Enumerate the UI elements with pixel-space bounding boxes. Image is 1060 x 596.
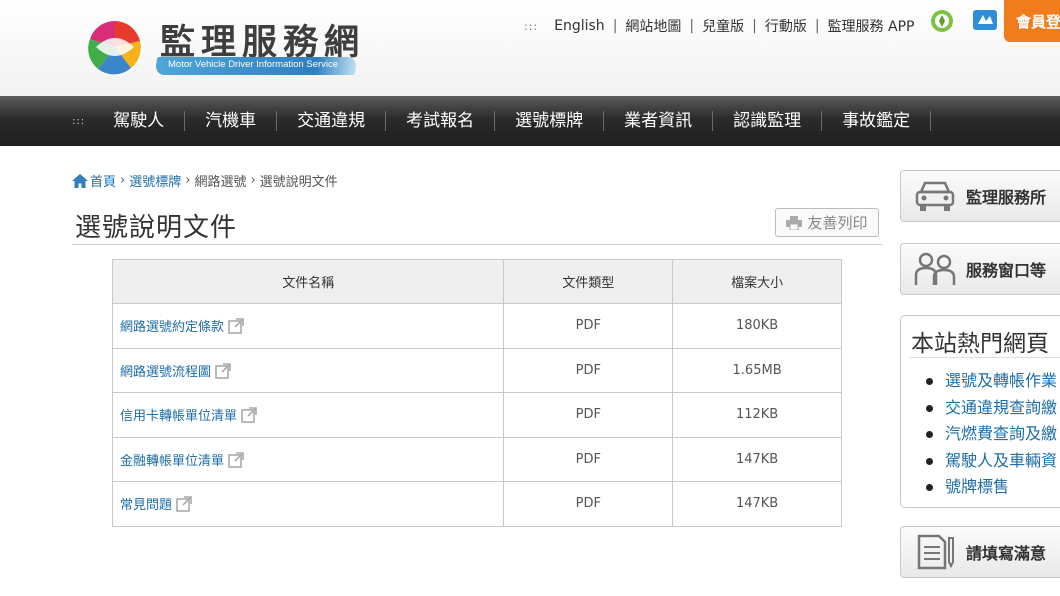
nav-item-driver[interactable]: 駕駛人 [93, 111, 186, 131]
external-link-icon[interactable] [241, 407, 257, 424]
external-link-icon[interactable] [215, 362, 231, 379]
mobile-version-link[interactable]: 行動版 [765, 16, 807, 36]
doc-size-cell: 147KB [672, 481, 842, 527]
doc-link[interactable]: 網路選號約定條款 [120, 320, 224, 335]
table-row: 金融轉帳單位清單 PDF 147KB [111, 436, 842, 482]
top-links-marker: ::: [524, 19, 539, 33]
doc-name-cell: 常見問題 [111, 481, 505, 527]
print-button[interactable]: 友善列印 [775, 208, 879, 237]
print-button-label: 友善列印 [807, 214, 868, 232]
main-nav: ::: 駕駛人 汽機車 交通違規 考試報名 選號標牌 業者資訊 認識監理 事故鑑… [0, 96, 1060, 146]
service-app-link[interactable]: 監理服務 APP [828, 16, 915, 36]
popular-link[interactable]: 駕駛人及車輛資 [945, 451, 1057, 470]
title-divider [72, 244, 882, 245]
survey-form-icon [917, 534, 954, 570]
site-subtitle: Motor Vehicle Driver Information Service [168, 59, 339, 70]
breadcrumb-home[interactable]: 首頁 [90, 171, 116, 190]
nav-item-vehicle[interactable]: 汽機車 [185, 111, 278, 131]
sitemap-link[interactable]: 網站地圖 [625, 16, 681, 36]
doc-link[interactable]: 金融轉帳單位清單 [120, 454, 224, 469]
list-item: 汽燃費查詢及繳 [925, 421, 1057, 448]
breadcrumb-online-selection: 網路選號 [194, 175, 247, 190]
list-item: 號牌標售 [925, 474, 1057, 501]
service-office-label: 監理服務所 [966, 188, 1047, 207]
table-row: 網路選號約定條款 PDF 180KB [111, 303, 842, 349]
list-item: 選號及轉帳作業 [925, 368, 1057, 395]
nav-marker: ::: [72, 115, 86, 127]
popular-link[interactable]: 選號及轉帳作業 [945, 371, 1057, 390]
service-window-label: 服務窗口等 [966, 261, 1047, 280]
popular-pages-list: 選號及轉帳作業 交通違規查詢繳 汽燃費查詢及繳 駕駛人及車輛資 號牌標售 [925, 368, 1057, 501]
service-window-card[interactable]: 服務窗口等 [900, 243, 1060, 295]
site-logo-icon[interactable] [84, 17, 146, 77]
people-icon [914, 252, 956, 285]
popular-link[interactable]: 號牌標售 [945, 477, 1009, 496]
column-header-type: 文件類型 [503, 259, 674, 304]
nav-item-accident[interactable]: 事故鑑定 [822, 111, 932, 131]
breadcrumb-current: 選號說明文件 [259, 175, 338, 190]
popular-link[interactable]: 交通違規查詢繳 [945, 398, 1057, 417]
member-login-button[interactable]: 會員登 [1004, 0, 1060, 42]
doc-link[interactable]: 常見問題 [120, 498, 172, 513]
list-item: 交通違規查詢繳 [925, 395, 1057, 422]
divider: | [612, 18, 618, 34]
table-row: 網路選號流程圖 PDF 1.65MB [111, 347, 842, 393]
divider: | [689, 18, 695, 34]
popular-link[interactable]: 汽燃費查詢及繳 [945, 424, 1057, 443]
external-link-icon[interactable] [228, 451, 244, 468]
english-link[interactable]: English [554, 18, 605, 34]
doc-type-cell: PDF [503, 481, 674, 527]
breadcrumb-separator: › [120, 173, 126, 188]
doc-name-cell: 信用卡轉帳單位清單 [111, 392, 505, 438]
doc-type-cell: PDF [503, 303, 674, 349]
doc-name-cell: 網路選號流程圖 [111, 347, 505, 393]
breadcrumb: 首頁 › 選號標牌 › 網路選號 › 選號說明文件 [72, 171, 338, 190]
sign-language-icon[interactable] [972, 9, 998, 31]
popular-pages-divider [909, 357, 1060, 358]
external-link-icon[interactable] [176, 496, 192, 513]
doc-name-cell: 金融轉帳單位清單 [111, 436, 505, 482]
kids-version-link[interactable]: 兒童版 [702, 16, 744, 36]
breadcrumb-separator: › [250, 173, 256, 188]
satisfaction-survey-label: 請填寫滿意 [966, 544, 1047, 563]
accessibility-icon[interactable] [930, 9, 954, 33]
nav-item-exam[interactable]: 考試報名 [386, 111, 496, 131]
table-row: 常見問題 PDF 147KB [111, 481, 842, 527]
divider: | [814, 18, 820, 34]
doc-size-cell: 1.65MB [672, 347, 842, 393]
site-header: 監理服務網 Motor Vehicle Driver Information S… [0, 0, 1060, 96]
home-icon[interactable] [72, 173, 88, 188]
service-office-card[interactable]: 監理服務所 [900, 170, 1060, 222]
doc-type-cell: PDF [503, 392, 674, 438]
popular-pages-box: 本站熱門網頁 選號及轉帳作業 交通違規查詢繳 汽燃費查詢及繳 駕駛人及車輛資 號… [900, 315, 1060, 508]
list-item: 駕駛人及車輛資 [925, 448, 1057, 475]
table-row: 信用卡轉帳單位清單 PDF 112KB [111, 392, 842, 438]
satisfaction-survey-card[interactable]: 請填寫滿意 [900, 526, 1060, 578]
divider: | [752, 18, 757, 34]
external-link-icon[interactable] [228, 318, 244, 335]
doc-size-cell: 180KB [672, 303, 842, 349]
doc-link[interactable]: 信用卡轉帳單位清單 [120, 409, 237, 424]
doc-type-cell: PDF [503, 436, 674, 482]
popular-pages-title: 本站熱門網頁 [911, 331, 1049, 357]
breadcrumb-separator: › [185, 173, 191, 188]
car-icon [915, 181, 955, 211]
column-header-size: 檔案大小 [672, 259, 842, 304]
doc-name-cell: 網路選號約定條款 [111, 303, 505, 349]
top-links: ::: English | 網站地圖 | 兒童版 | 行動版 | 監理服務 AP… [524, 16, 914, 36]
column-header-name: 文件名稱 [111, 259, 505, 304]
printer-icon [786, 215, 803, 230]
page-title: 選號說明文件 [75, 213, 238, 243]
document-table: 文件名稱 文件類型 檔案大小 網路選號約定條款 PDF 180KB 網路選號流程… [111, 259, 842, 527]
nav-item-plate[interactable]: 選號標牌 [495, 111, 605, 131]
doc-size-cell: 112KB [672, 392, 842, 438]
nav-item-violation[interactable]: 交通違規 [277, 111, 387, 131]
nav-item-about[interactable]: 認識監理 [713, 111, 823, 131]
doc-type-cell: PDF [503, 347, 674, 393]
nav-item-business[interactable]: 業者資訊 [604, 111, 714, 131]
table-header-row: 文件名稱 文件類型 檔案大小 [111, 259, 842, 304]
breadcrumb-plate[interactable]: 選號標牌 [129, 171, 181, 190]
doc-link[interactable]: 網路選號流程圖 [120, 365, 211, 380]
doc-size-cell: 147KB [672, 436, 842, 482]
